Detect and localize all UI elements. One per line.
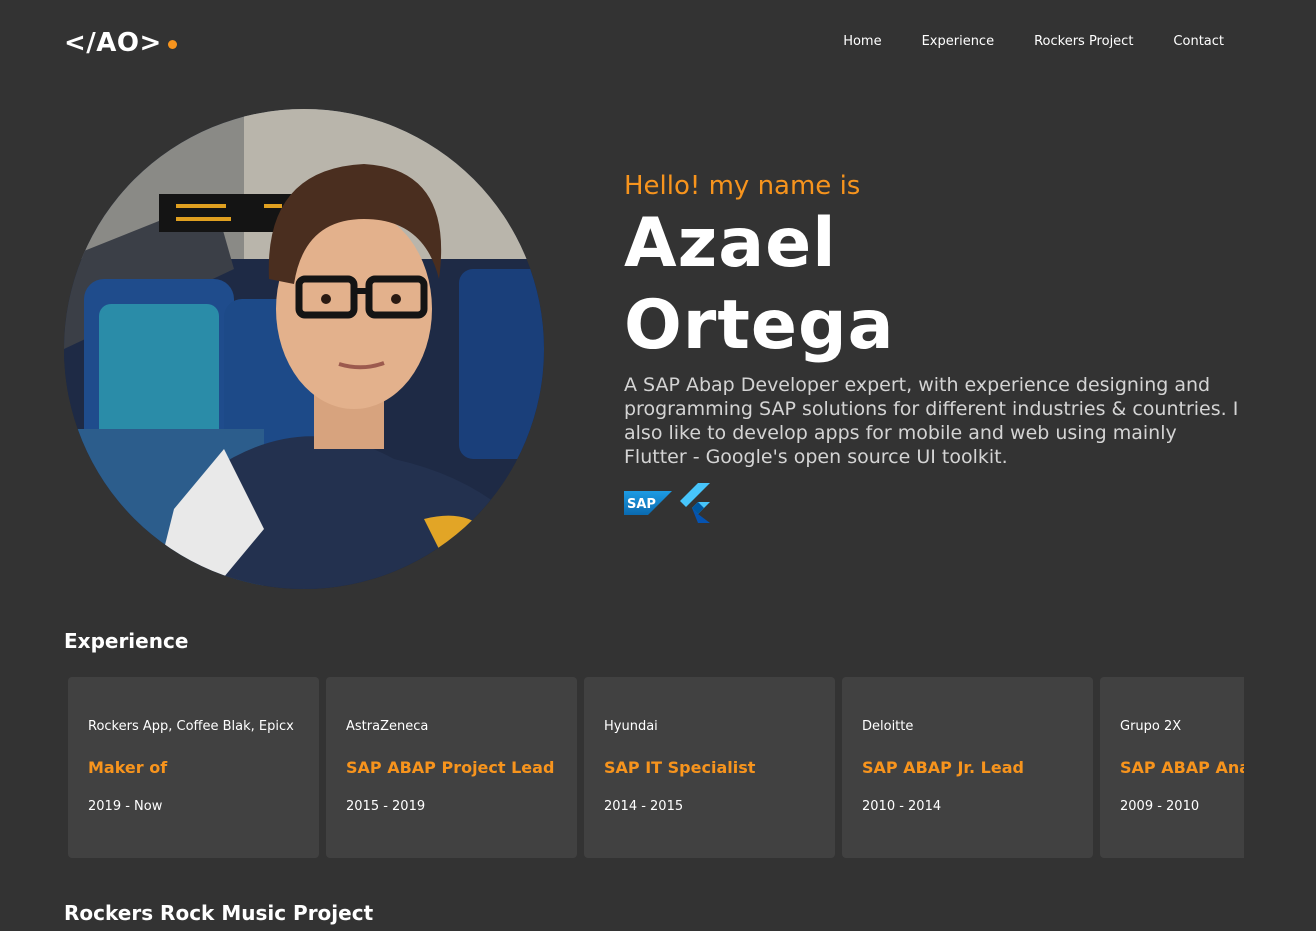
experience-card[interactable]: Deloitte SAP ABAP Jr. Lead 2010 - 2014	[842, 677, 1093, 858]
experience-card[interactable]: Hyundai SAP IT Specialist 2014 - 2015	[584, 677, 835, 858]
experience-card[interactable]: Rockers App, Coffee Blak, Epicx Maker of…	[68, 677, 319, 858]
experience-role: Maker of	[88, 758, 168, 777]
experience-section-title: Experience	[64, 629, 189, 653]
logo-text: </AO>	[64, 28, 162, 58]
experience-company: Hyundai	[604, 719, 658, 734]
flutter-logo-icon	[678, 483, 712, 527]
hero-first-name: Azael	[624, 204, 837, 283]
hero-last-name: Ortega	[624, 286, 895, 365]
experience-company: AstraZeneca	[346, 719, 429, 734]
experience-company: Grupo 2X	[1120, 719, 1182, 734]
sap-logo-icon: SAP	[624, 491, 672, 519]
nav-link-experience[interactable]: Experience	[922, 34, 995, 49]
hero-greeting: Hello! my name is	[624, 171, 861, 201]
experience-role: SAP ABAP Project Lead	[346, 758, 555, 777]
nav-link-home[interactable]: Home	[843, 34, 881, 49]
main-nav: Home Experience Rockers Project Contact	[803, 34, 1224, 49]
experience-track: Rockers App, Coffee Blak, Epicx Maker of…	[64, 677, 1244, 858]
experience-period: 2019 - Now	[88, 799, 163, 814]
experience-period: 2009 - 2010	[1120, 799, 1200, 814]
site-logo[interactable]: </AO>	[64, 28, 177, 58]
rockers-section-title: Rockers Rock Music Project	[64, 901, 374, 925]
experience-company: Rockers App, Coffee Blak, Epicx	[88, 719, 294, 734]
tech-stack-icons: SAP	[624, 483, 712, 527]
sap-logo-text: SAP	[627, 497, 656, 512]
profile-photo-illustration	[64, 109, 544, 589]
portfolio-page: </AO> Home Experience Rockers Project Co…	[0, 0, 1316, 931]
nav-link-contact[interactable]: Contact	[1173, 34, 1224, 49]
experience-company: Deloitte	[862, 719, 914, 734]
experience-role: SAP IT Specialist	[604, 758, 756, 777]
hero-name: Azael Ortega	[624, 203, 895, 367]
experience-period: 2015 - 2019	[346, 799, 426, 814]
experience-role: SAP ABAP Analyst	[1120, 758, 1244, 777]
experience-role: SAP ABAP Jr. Lead	[862, 758, 1024, 777]
nav-link-rockers-project[interactable]: Rockers Project	[1034, 34, 1133, 49]
experience-period: 2010 - 2014	[862, 799, 942, 814]
hero-bio: A SAP Abap Developer expert, with experi…	[624, 374, 1239, 468]
experience-card[interactable]: Grupo 2X SAP ABAP Analyst 2009 - 2010	[1100, 677, 1244, 858]
experience-carousel[interactable]: Rockers App, Coffee Blak, Epicx Maker of…	[64, 677, 1244, 858]
profile-photo	[64, 109, 544, 589]
logo-dot-icon	[167, 39, 177, 49]
experience-card[interactable]: AstraZeneca SAP ABAP Project Lead 2015 -…	[326, 677, 577, 858]
experience-period: 2014 - 2015	[604, 799, 684, 814]
